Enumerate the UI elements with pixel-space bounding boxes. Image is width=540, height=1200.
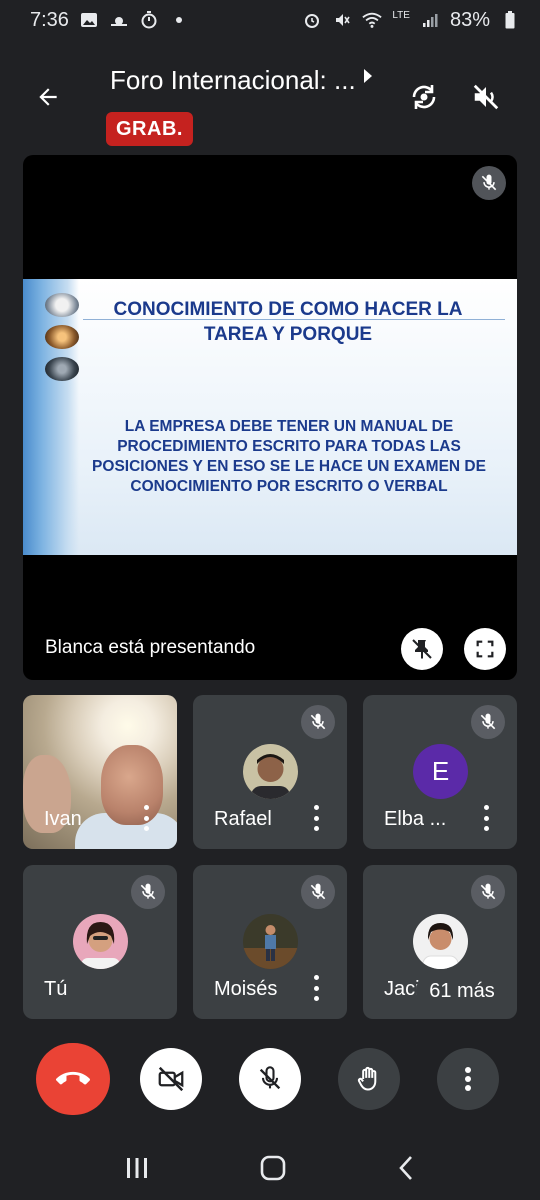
avatar: E	[413, 744, 468, 799]
slide-decorative-image	[45, 325, 79, 349]
battery-icon	[500, 10, 520, 30]
home-icon	[260, 1155, 286, 1180]
timer-icon	[139, 10, 159, 30]
participant-tile-self[interactable]: Tú	[23, 865, 177, 1019]
gallery-icon	[79, 10, 99, 30]
participant-tile-moises[interactable]: Moisés	[193, 865, 347, 1019]
mic-off-badge	[301, 705, 335, 739]
mic-off-badge	[301, 875, 335, 909]
system-nav-bar	[0, 1140, 540, 1200]
avatar	[243, 744, 298, 799]
battery-percent: 83%	[449, 8, 490, 31]
mic-off-icon	[480, 883, 496, 900]
participant-menu-button[interactable]	[311, 975, 321, 1001]
mic-off-icon	[140, 883, 156, 900]
slide-body-text: LA EMPRESA DEBE TENER UN MANUAL DE PROCE…	[92, 418, 486, 495]
wifi-icon	[362, 10, 383, 30]
recording-badge: GRAB.	[106, 112, 193, 146]
participant-tile-ivan[interactable]: Ivan	[23, 695, 177, 849]
mic-off-badge	[131, 875, 165, 909]
switch-camera-icon	[412, 85, 436, 109]
meeting-header: Foro Internacional: ... GRAB.	[0, 55, 540, 150]
fullscreen-button[interactable]	[464, 628, 506, 670]
volume-off-icon	[473, 84, 499, 110]
raise-hand-button[interactable]	[338, 1048, 400, 1110]
status-bar: 7:36 LTE 83%	[0, 0, 540, 40]
end-call-button[interactable]	[36, 1043, 110, 1115]
weather-icon	[109, 10, 129, 30]
slide-title: CONOCIMIENTO DE COMO HACER LA TAREA Y PO…	[113, 299, 463, 345]
mic-off-icon	[259, 1066, 281, 1090]
status-bar-left: 7:36	[30, 9, 189, 32]
more-options-button[interactable]	[437, 1048, 499, 1110]
signal-icon	[420, 10, 440, 30]
status-bar-right: LTE 83%	[302, 9, 520, 32]
participant-menu-button[interactable]	[311, 805, 321, 831]
back-button[interactable]	[28, 77, 68, 117]
mic-off-badge	[471, 875, 505, 909]
slide-decorative-bar	[23, 279, 79, 555]
mic-off-icon	[481, 174, 497, 191]
avatar	[413, 914, 468, 969]
recents-icon	[127, 1157, 148, 1178]
recent-apps-button[interactable]	[125, 1157, 149, 1184]
chevron-left-icon	[398, 1155, 412, 1180]
participant-name: Moisés	[214, 978, 278, 1000]
meeting-title[interactable]: Foro Internacional: ...	[110, 65, 356, 96]
presentation-mic-off-badge	[472, 166, 506, 200]
switch-camera-button[interactable]	[404, 77, 444, 117]
hand-icon	[357, 1066, 377, 1091]
presentation-tile[interactable]: CONOCIMIENTO DE COMO HACER LA TAREA Y PO…	[23, 155, 517, 680]
arrow-back-icon	[39, 88, 57, 106]
call-end-icon	[56, 1071, 90, 1085]
network-type-label: LTE	[392, 10, 410, 21]
speaker-off-button[interactable]	[466, 77, 506, 117]
participant-menu-button[interactable]	[481, 805, 491, 831]
participant-name: Rafael	[214, 808, 272, 830]
slide-decorative-image	[45, 357, 79, 381]
presenter-caption: Blanca está presentando	[45, 637, 256, 658]
participant-name: Tú	[44, 978, 68, 1000]
participant-name: Elba ...	[384, 808, 447, 830]
mic-off-badge	[471, 705, 505, 739]
fullscreen-icon	[476, 640, 494, 658]
mute-status-icon	[332, 10, 352, 30]
status-time: 7:36	[30, 8, 69, 31]
chevron-right-icon[interactable]	[364, 69, 372, 83]
participant-menu-button[interactable]	[141, 805, 151, 831]
more-vert-icon	[465, 1067, 471, 1091]
home-button[interactable]	[260, 1155, 286, 1186]
video-face	[101, 745, 163, 825]
participant-name: Ivan	[44, 808, 82, 830]
mic-off-icon	[310, 883, 326, 900]
unpin-button[interactable]	[401, 628, 443, 670]
participant-tile-rafael[interactable]: Rafael	[193, 695, 347, 849]
pin-off-icon	[412, 639, 432, 659]
avatar	[243, 914, 298, 969]
back-nav-button[interactable]	[397, 1155, 415, 1186]
slide-decorative-image	[45, 293, 79, 317]
dot-icon	[169, 10, 189, 30]
camera-toggle-button[interactable]	[140, 1048, 202, 1110]
alarm-icon	[302, 10, 322, 30]
mic-off-icon	[480, 713, 496, 730]
more-participants-badge[interactable]: 61 más	[416, 970, 508, 1012]
participant-tile-elba[interactable]: E Elba ...	[363, 695, 517, 849]
avatar	[73, 914, 128, 969]
mic-off-icon	[310, 713, 326, 730]
slide-divider	[83, 319, 505, 320]
shared-slide: CONOCIMIENTO DE COMO HACER LA TAREA Y PO…	[23, 279, 517, 555]
videocam-off-icon	[158, 1066, 184, 1092]
mic-toggle-button[interactable]	[239, 1048, 301, 1110]
